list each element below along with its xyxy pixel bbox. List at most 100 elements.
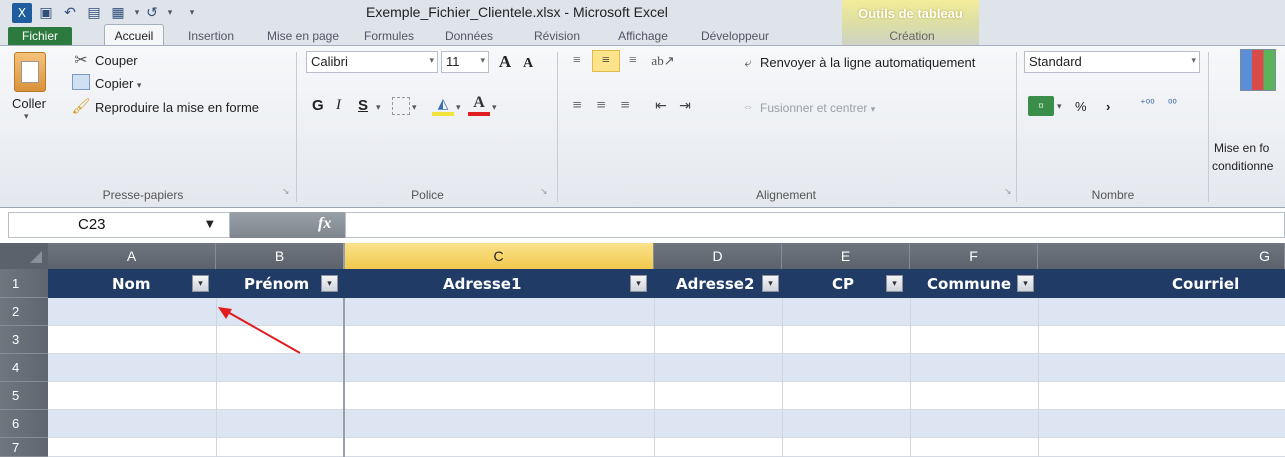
underline-dropdown-icon[interactable]: ▾ xyxy=(376,103,381,113)
align-top-icon[interactable]: ≡ xyxy=(566,50,588,72)
row-header-6[interactable]: 6 xyxy=(0,410,48,438)
name-box[interactable] xyxy=(8,212,230,238)
tab-revision[interactable]: Révision xyxy=(520,27,594,45)
row-header-3[interactable]: 3 xyxy=(0,326,48,354)
filter-dropdown-icon[interactable]: ▾ xyxy=(630,275,647,292)
number-format-combo[interactable]: Standard ▾ xyxy=(1024,51,1200,73)
column-header-e[interactable]: E xyxy=(782,243,910,269)
accounting-dropdown-icon[interactable]: ▾ xyxy=(1057,102,1062,112)
decrease-decimal-button[interactable]: ⁰⁰ xyxy=(1168,97,1177,110)
filter-dropdown-icon[interactable]: ▾ xyxy=(321,275,338,292)
table-row[interactable] xyxy=(48,382,1285,410)
header-courriel: Courriel xyxy=(1172,274,1240,293)
italic-button[interactable]: I xyxy=(336,97,341,114)
align-center-icon[interactable]: ≡ xyxy=(590,95,612,117)
conditional-formatting-label-1[interactable]: Mise en fo xyxy=(1214,141,1269,155)
paste-button[interactable]: Coller xyxy=(12,96,46,111)
comma-style-button[interactable]: › xyxy=(1106,99,1110,114)
merge-center-icon[interactable]: ⇔ xyxy=(738,99,758,115)
bold-button[interactable]: G xyxy=(312,97,324,114)
row-header-7[interactable]: 7 xyxy=(0,438,48,457)
tab-creation[interactable]: Création xyxy=(862,27,962,45)
excel-logo-icon[interactable]: X xyxy=(12,3,32,23)
wrap-text-button[interactable]: Renvoyer à la ligne automatiquement xyxy=(760,55,975,70)
clipboard-launcher-icon[interactable]: ↘ xyxy=(282,187,290,197)
underline-button[interactable]: S xyxy=(358,97,368,114)
filter-dropdown-icon[interactable]: ▾ xyxy=(192,275,209,292)
formula-input[interactable] xyxy=(345,212,1285,238)
increase-indent-icon[interactable]: ⇥ xyxy=(674,95,696,117)
font-size-combo[interactable]: 11 ▾ xyxy=(441,51,489,73)
undo-icon[interactable]: ↺ xyxy=(142,3,162,23)
header-adresse1: Adresse1 xyxy=(443,274,522,293)
scissors-icon[interactable]: ✂ xyxy=(72,51,90,69)
conditional-formatting-label-2[interactable]: conditionne xyxy=(1212,159,1273,173)
undo-dropdown-icon[interactable]: ▾ xyxy=(160,3,180,23)
column-header-d[interactable]: D xyxy=(654,243,782,269)
cut-button[interactable]: Couper xyxy=(95,53,138,68)
row-header-2[interactable]: 2 xyxy=(0,298,48,326)
font-name-combo[interactable]: Calibri ▾ xyxy=(306,51,438,73)
grow-font-icon[interactable]: A xyxy=(494,52,516,72)
tab-accueil[interactable]: Accueil xyxy=(104,24,164,46)
percent-button[interactable]: % xyxy=(1075,99,1087,114)
paste-dropdown-icon[interactable]: ▾ xyxy=(24,112,29,122)
tab-formules[interactable]: Formules xyxy=(356,27,422,45)
print-preview-icon[interactable]: ▤ xyxy=(84,3,104,23)
filter-dropdown-icon[interactable]: ▾ xyxy=(1017,275,1034,292)
tab-donnees[interactable]: Données xyxy=(432,27,506,45)
context-tab-title: Outils de tableau xyxy=(858,6,963,21)
align-bottom-icon[interactable]: ≡ xyxy=(622,50,644,72)
format-painter-icon[interactable]: 🖌 xyxy=(71,97,90,115)
merge-center-button[interactable]: Fusionner et centrer ▾ xyxy=(760,101,875,115)
name-box-dropdown-icon[interactable]: ▼ xyxy=(206,219,214,230)
paste-icon[interactable] xyxy=(14,52,46,92)
decrease-indent-icon[interactable]: ⇤ xyxy=(650,95,672,117)
tab-affichage[interactable]: Affichage xyxy=(606,27,680,45)
column-header-a[interactable]: A xyxy=(48,243,216,269)
fill-color-icon[interactable]: ◭ xyxy=(432,96,454,116)
tab-mise-en-page[interactable]: Mise en page xyxy=(262,27,344,45)
copy-icon[interactable] xyxy=(72,74,90,90)
conditional-formatting-icon[interactable] xyxy=(1240,49,1276,91)
wrap-text-icon[interactable]: ⤶ xyxy=(738,54,758,72)
tab-fichier[interactable]: Fichier xyxy=(8,27,72,45)
column-header-f[interactable]: F xyxy=(910,243,1038,269)
undo-redo-icon[interactable]: ↶ xyxy=(60,3,80,23)
alignment-group-label: Alignement xyxy=(755,188,817,202)
increase-decimal-button[interactable]: ⁺⁰⁰ xyxy=(1140,97,1155,110)
copy-button[interactable]: Copier ▾ xyxy=(95,76,141,91)
tab-developpeur[interactable]: Développeur xyxy=(690,27,780,45)
shrink-font-icon[interactable]: A xyxy=(518,55,538,73)
table-row[interactable] xyxy=(48,410,1285,438)
fill-color-dropdown-icon[interactable]: ▾ xyxy=(456,103,461,113)
accounting-format-icon[interactable]: ¤ xyxy=(1028,96,1054,116)
row-header-1[interactable]: 1 xyxy=(0,269,48,298)
filter-dropdown-icon[interactable]: ▾ xyxy=(762,275,779,292)
table-row[interactable] xyxy=(48,438,1285,457)
align-right-icon[interactable]: ≡ xyxy=(614,95,636,117)
align-left-icon[interactable]: ≡ xyxy=(566,95,588,117)
insert-function-icon[interactable]: fx xyxy=(318,215,331,233)
customize-qat-icon[interactable]: ▾ xyxy=(182,3,202,23)
name-box-value: C23 xyxy=(78,216,106,233)
column-header-b[interactable]: B xyxy=(216,243,344,269)
filter-dropdown-icon[interactable]: ▾ xyxy=(886,275,903,292)
number-group-label: Nombre xyxy=(1091,188,1135,202)
row-header-5[interactable]: 5 xyxy=(0,382,48,410)
borders-icon[interactable] xyxy=(392,97,410,115)
save-icon[interactable]: ▣ xyxy=(36,3,56,23)
align-middle-icon[interactable]: ≡ xyxy=(592,50,620,72)
column-header-c[interactable]: C xyxy=(344,243,654,269)
borders-dropdown-icon[interactable]: ▾ xyxy=(412,103,417,113)
font-color-dropdown-icon[interactable]: ▾ xyxy=(492,103,497,113)
column-header-g[interactable]: G xyxy=(1038,243,1285,269)
alignment-launcher-icon[interactable]: ↘ xyxy=(1004,187,1012,197)
font-color-icon[interactable]: A xyxy=(468,94,490,116)
font-launcher-icon[interactable]: ↘ xyxy=(540,187,548,197)
table-icon[interactable]: ▦ xyxy=(108,3,128,23)
format-painter-button[interactable]: Reproduire la mise en forme xyxy=(95,100,259,115)
tab-insertion[interactable]: Insertion xyxy=(178,27,244,45)
row-header-4[interactable]: 4 xyxy=(0,354,48,382)
orientation-icon[interactable]: ab↗ xyxy=(651,50,674,72)
